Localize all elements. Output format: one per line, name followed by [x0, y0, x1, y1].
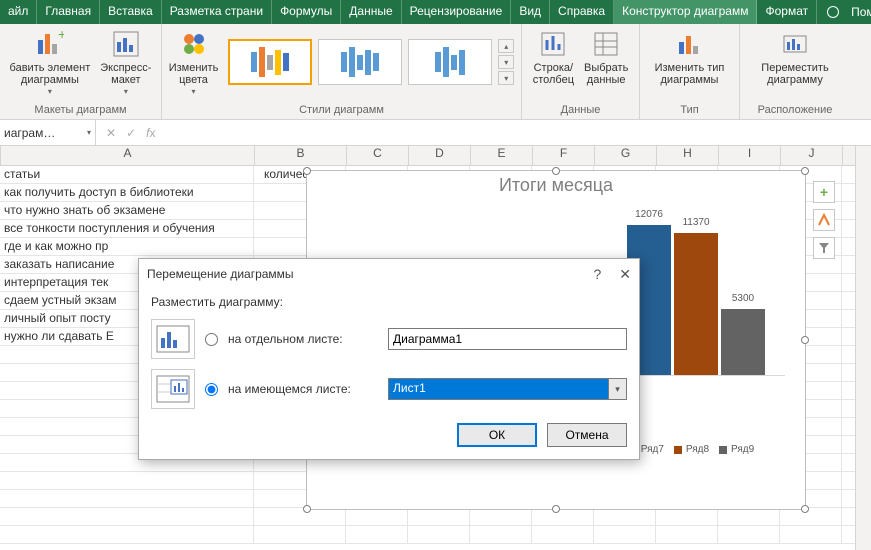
existing-sheet-label[interactable]: на имеющемся листе:: [228, 382, 378, 396]
add-chart-element-button[interactable]: + бавить элемент диаграммы▾: [10, 28, 91, 97]
tab-insert[interactable]: Вставка: [100, 0, 162, 24]
group-label-styles: Стили диаграмм: [170, 102, 513, 119]
existing-sheet-icon: [151, 369, 195, 409]
new-sheet-name-input[interactable]: [388, 328, 627, 350]
group-label-layouts: Макеты диаграмм: [8, 102, 153, 119]
name-box[interactable]: иаграм…▾: [0, 120, 96, 145]
combo-dropdown-icon[interactable]: ▾: [608, 379, 626, 399]
move-chart-dialog: Перемещение диаграммы ? ✕ Разместить диа…: [138, 258, 640, 460]
cancel-icon[interactable]: ✕: [106, 126, 116, 140]
dialog-close-icon[interactable]: ✕: [619, 266, 631, 283]
vertical-scrollbar[interactable]: [855, 146, 871, 550]
col-header[interactable]: B: [255, 146, 347, 165]
grid-row[interactable]: [0, 508, 871, 526]
col-header[interactable]: D: [409, 146, 471, 165]
switch-row-col-button[interactable]: Строка/ столбец: [533, 28, 574, 86]
group-label-data: Данные: [530, 102, 631, 119]
dialog-title: Перемещение диаграммы: [147, 267, 294, 281]
tab-file[interactable]: айл: [0, 0, 37, 24]
tab-data[interactable]: Данные: [341, 0, 401, 24]
fx-icon[interactable]: fx: [146, 126, 155, 140]
new-sheet-label[interactable]: на отдельном листе:: [228, 332, 378, 346]
tab-review[interactable]: Рецензирование: [402, 0, 512, 24]
change-colors-button[interactable]: Изменить цвета▾: [169, 28, 219, 97]
new-sheet-radio[interactable]: [205, 333, 218, 346]
chart-elements-button[interactable]: +: [813, 181, 835, 203]
col-header[interactable]: A: [1, 146, 255, 165]
grid-row[interactable]: [0, 526, 871, 544]
title-tabs: айл Главная Вставка Разметка страни Форм…: [0, 0, 871, 24]
gallery-down-icon[interactable]: ▾: [498, 55, 514, 69]
col-header[interactable]: H: [657, 146, 719, 165]
group-label-location: Расположение: [748, 102, 842, 119]
dialog-subtitle: Разместить диаграмму:: [151, 295, 627, 309]
tab-help[interactable]: Справка: [550, 0, 614, 24]
dialog-help-icon[interactable]: ?: [593, 266, 601, 283]
enter-icon[interactable]: ✓: [126, 126, 136, 140]
quick-layout-button[interactable]: Экспресс- макет▾: [100, 28, 151, 97]
ribbon: + бавить элемент диаграммы▾ Экспресс- ма…: [0, 24, 871, 120]
svg-text:+: +: [58, 30, 64, 42]
legend-item: Ряд8: [674, 444, 709, 455]
col-header[interactable]: F: [533, 146, 595, 165]
tell-me-label[interactable]: Помощ: [851, 5, 871, 19]
gallery-up-icon[interactable]: ▴: [498, 39, 514, 53]
tab-format[interactable]: Формат: [757, 0, 817, 24]
gallery-more-icon[interactable]: ▾: [498, 71, 514, 85]
formula-bar: иаграм…▾ ✕ ✓ fx: [0, 120, 871, 146]
chart-styles-button[interactable]: [813, 209, 835, 231]
tab-view[interactable]: Вид: [511, 0, 550, 24]
existing-sheet-radio[interactable]: [205, 383, 218, 396]
col-header[interactable]: C: [347, 146, 409, 165]
tab-layout[interactable]: Разметка страни: [162, 0, 272, 24]
existing-sheet-combo[interactable]: Лист1: [388, 378, 627, 400]
col-header[interactable]: I: [719, 146, 781, 165]
cancel-button[interactable]: Отмена: [547, 423, 627, 447]
col-header[interactable]: J: [781, 146, 843, 165]
tab-home[interactable]: Главная: [37, 0, 100, 24]
group-label-type: Тип: [648, 102, 731, 119]
change-chart-type-button[interactable]: Изменить тип диаграммы: [655, 28, 725, 86]
new-sheet-icon: [151, 319, 195, 359]
chart-filter-button[interactable]: [813, 237, 835, 259]
tab-chart-design[interactable]: Конструктор диаграмм: [614, 0, 757, 24]
col-header[interactable]: E: [471, 146, 533, 165]
move-chart-button[interactable]: Переместить диаграмму: [761, 28, 828, 86]
legend-item: Ряд9: [719, 444, 754, 455]
tell-me-icon[interactable]: [827, 6, 839, 18]
tab-formulas[interactable]: Формулы: [272, 0, 341, 24]
chart-styles-gallery[interactable]: ▴ ▾ ▾: [228, 39, 514, 85]
ok-button[interactable]: ОК: [457, 423, 537, 447]
col-header[interactable]: G: [595, 146, 657, 165]
select-data-button[interactable]: Выбрать данные: [584, 28, 628, 86]
